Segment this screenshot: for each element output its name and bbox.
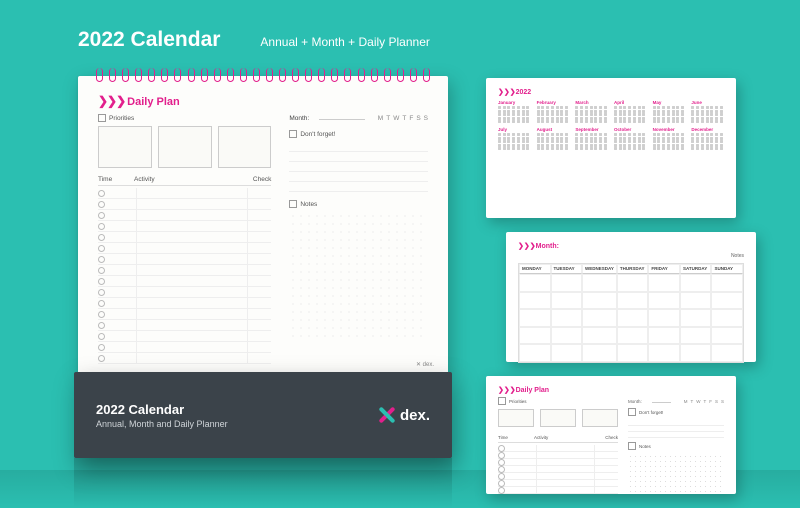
daily-plan-page: ❯❯❯Daily Plan Priorities Time Activity C… [78, 76, 448, 376]
priority-box [218, 126, 272, 168]
thumbnail-daily: ❯❯❯Daily Plan Priorities TimeActivityChe… [486, 376, 736, 494]
col-check: Check [241, 176, 271, 183]
page-title: 2022 Calendar [78, 28, 220, 52]
thumbnail-month: ❯❯❯Month: Notes MONDAYTUESDAYWEDNESDAYTH… [506, 232, 756, 362]
month-label: Month: [289, 115, 309, 122]
col-time: Time [98, 176, 134, 183]
header: 2022 Calendar Annual + Month + Daily Pla… [78, 28, 430, 52]
schedule-rows [98, 188, 271, 364]
notes-label: Notes [289, 200, 428, 208]
chevrons-icon: ❯❯❯ [498, 387, 516, 394]
page-subtitle: Annual + Month + Daily Planner [260, 35, 429, 49]
priorities-label: Priorities [98, 114, 271, 122]
chevrons-icon: ❯❯❯ [98, 94, 125, 108]
dont-forget-label: Don't forget! [289, 130, 428, 138]
schedule-header: Time Activity Check [98, 176, 271, 186]
logo-text: dex. [400, 407, 430, 424]
month-row: Month: MTWTFSS [289, 114, 428, 122]
logo-x-icon [376, 405, 396, 425]
mini-priorities-label: Priorities [498, 397, 618, 405]
brand-logo: dex. [376, 405, 430, 425]
chevrons-icon: ❯❯❯ [518, 243, 536, 250]
base-subtitle: Annual, Month and Daily Planner [96, 419, 228, 429]
notes-dot-grid [289, 212, 428, 340]
brand-tag: ✕ dex. [416, 361, 434, 368]
thumbnail-annual: ❯❯❯2022 JanuaryFebruaryMarchAprilMayJune… [486, 78, 736, 218]
month-grid: MONDAYTUESDAYWEDNESDAYTHURSDAYFRIDAYSATU… [518, 263, 744, 363]
chevrons-icon: ❯❯❯ [498, 89, 516, 96]
calendar-stand: ❯❯❯Daily Plan Priorities Time Activity C… [78, 68, 448, 488]
month-blank [319, 114, 365, 120]
priority-boxes [98, 126, 271, 168]
daily-plan-heading: ❯❯❯Daily Plan [98, 94, 428, 108]
annual-year: ❯❯❯2022 [498, 88, 724, 96]
spiral-binding [96, 68, 430, 84]
weekday-letters: MTWTFSS [375, 115, 428, 122]
month-notes-label: Notes [731, 253, 744, 259]
base-title: 2022 Calendar [96, 402, 228, 417]
stand-base: 2022 Calendar Annual, Month and Daily Pl… [74, 372, 452, 458]
col-activity: Activity [134, 176, 241, 183]
priority-box [158, 126, 212, 168]
dont-forget-lines [289, 142, 428, 192]
annual-month-grid: JanuaryFebruaryMarchAprilMayJuneJulyAugu… [498, 100, 724, 150]
priority-box [98, 126, 152, 168]
daily-mini-heading: ❯❯❯Daily Plan [498, 386, 724, 394]
month-heading: ❯❯❯Month: [518, 242, 744, 250]
